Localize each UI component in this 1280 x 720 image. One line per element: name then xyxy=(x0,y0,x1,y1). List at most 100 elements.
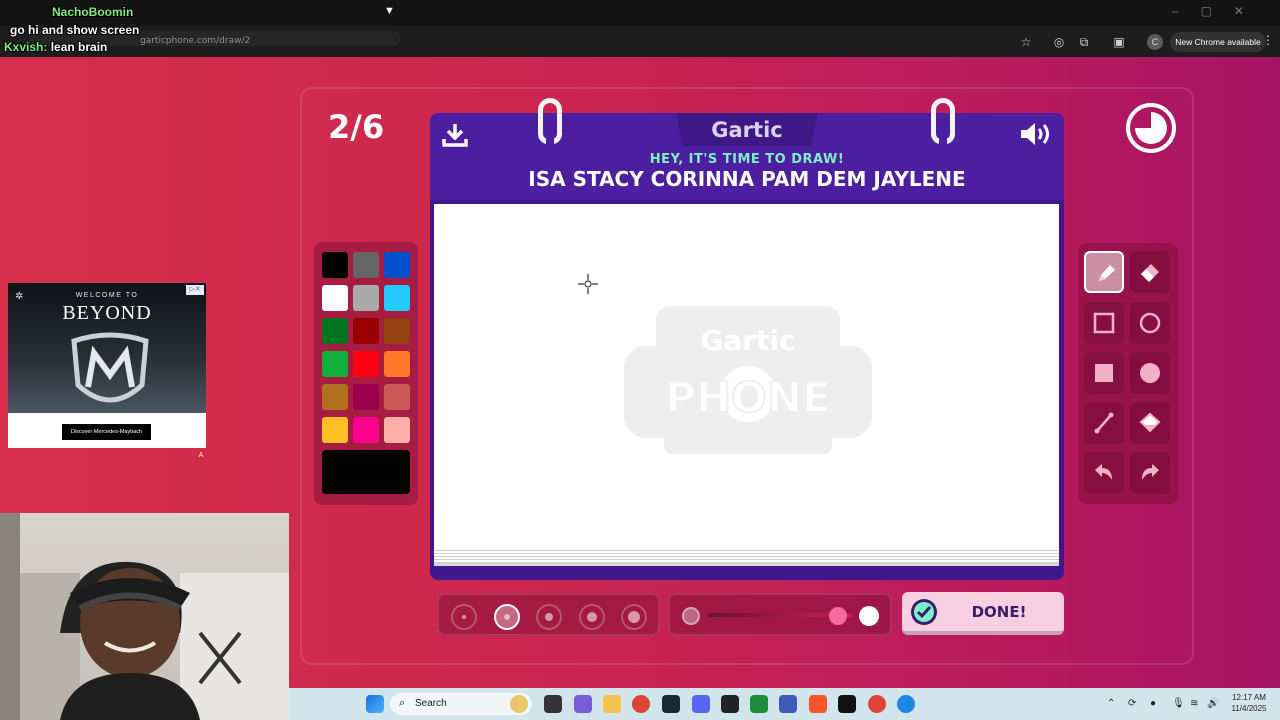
color-swatch[interactable] xyxy=(384,285,410,311)
new-chrome-button[interactable]: New Chrome available xyxy=(1170,32,1266,52)
tool-ellipse[interactable] xyxy=(1130,302,1170,344)
edge-icon[interactable] xyxy=(897,695,915,713)
round-counter: 2/6 xyxy=(328,108,385,146)
done-button-label: DONE! xyxy=(971,603,1027,621)
chrome-icon[interactable] xyxy=(632,695,650,713)
discord-icon[interactable] xyxy=(692,695,710,713)
webcam-overlay xyxy=(0,513,289,720)
pin-icon[interactable]: ▼ xyxy=(384,5,395,17)
opacity-slider-thumb[interactable] xyxy=(828,607,847,625)
speaker-icon[interactable]: 🔊 xyxy=(1207,698,1219,709)
tool-filled-ellipse[interactable] xyxy=(1130,352,1170,394)
ad-badge: A xyxy=(196,451,206,461)
gartic-logo: Gartic xyxy=(711,118,783,142)
ad-welcome-text: WELCOME TO xyxy=(75,292,139,299)
square-outline-icon xyxy=(1093,312,1115,334)
color-swatch[interactable] xyxy=(322,417,348,443)
brush-size-dot xyxy=(628,611,640,623)
timer-icon xyxy=(1126,103,1176,153)
color-swatch[interactable] xyxy=(322,318,348,344)
extension-icon[interactable]: ◎ xyxy=(1051,34,1067,50)
browser-menu-icon[interactable]: ⋮ xyxy=(1262,33,1274,47)
ad-banner[interactable]: ✲ ▷✕ WELCOME TO BEYOND Discover Mercedes… xyxy=(8,283,206,448)
crosshair-cursor-icon xyxy=(578,274,598,294)
widget-icon[interactable] xyxy=(510,695,528,713)
binder-ring-right xyxy=(931,98,955,145)
color-swatch[interactable] xyxy=(384,252,410,278)
color-swatch[interactable] xyxy=(353,384,379,410)
watermark-gartic: Gartic xyxy=(700,324,795,357)
tool-fill-bucket[interactable] xyxy=(1130,402,1170,444)
tool-undo[interactable] xyxy=(1084,452,1124,494)
color-swatch[interactable] xyxy=(353,252,379,278)
color-swatch[interactable] xyxy=(353,351,379,377)
task-view-icon[interactable] xyxy=(544,695,562,713)
download-icon[interactable] xyxy=(441,121,469,149)
brush-size-dot xyxy=(503,614,510,620)
line-icon xyxy=(1094,412,1114,434)
tray-sync-icon[interactable]: ⟳ xyxy=(1128,698,1136,709)
chat-username: NachoBoomin xyxy=(52,5,134,19)
instruction-subtitle: HEY, IT'S TIME TO DRAW! xyxy=(649,152,845,167)
ad-cta-button[interactable]: Discover Mercedes-Maybach xyxy=(62,424,151,440)
undo-icon xyxy=(1095,464,1112,480)
powershell-icon[interactable] xyxy=(779,695,797,713)
tool-rectangle[interactable] xyxy=(1084,302,1124,344)
wifi-icon[interactable]: ≋ xyxy=(1190,698,1198,709)
gartic-phone-watermark: Gartic PHONE xyxy=(624,306,872,454)
color-swatch[interactable] xyxy=(322,252,348,278)
brush-size-option[interactable] xyxy=(536,604,562,630)
color-swatch[interactable] xyxy=(353,285,379,311)
microphone-icon[interactable]: 🎙 xyxy=(1172,698,1185,709)
color-swatch[interactable] xyxy=(384,351,410,377)
tray-app-icon[interactable]: ● xyxy=(1150,698,1156,709)
color-swatch[interactable] xyxy=(384,417,410,443)
brush-size-option[interactable] xyxy=(451,604,477,630)
window-controls[interactable]: –▢✕ xyxy=(1172,4,1266,18)
xbox-icon[interactable] xyxy=(750,695,768,713)
steam-icon[interactable] xyxy=(662,695,680,713)
brush-size-dot xyxy=(545,613,553,621)
profile-avatar[interactable]: C xyxy=(1147,34,1163,50)
search-icon: ⌕ xyxy=(399,697,406,709)
color-swatch[interactable] xyxy=(384,384,410,410)
copilot-icon[interactable] xyxy=(574,695,592,713)
color-swatch[interactable] xyxy=(322,351,348,377)
brush-size-option[interactable] xyxy=(578,604,605,630)
streamer-video xyxy=(0,513,289,720)
brush-size-option[interactable] xyxy=(621,604,647,630)
tray-chevron-icon[interactable]: ⌃ xyxy=(1107,698,1115,709)
color-swatch[interactable] xyxy=(353,417,379,443)
color-swatch[interactable] xyxy=(322,384,348,410)
puzzle-icon[interactable]: ⧉ xyxy=(1076,34,1092,50)
file-explorer-icon[interactable] xyxy=(603,695,621,713)
brave-icon[interactable] xyxy=(809,695,827,713)
volume-icon[interactable] xyxy=(1019,120,1053,148)
redo-icon xyxy=(1142,464,1159,480)
color-swatch[interactable] xyxy=(322,285,348,311)
tool-redo[interactable] xyxy=(1130,452,1170,494)
eraser-icon xyxy=(1141,264,1159,282)
circle-outline-icon xyxy=(1139,312,1161,334)
info-app-icon[interactable] xyxy=(838,695,856,713)
binder-ring-left xyxy=(538,98,562,145)
tool-filled-rectangle[interactable] xyxy=(1084,352,1124,394)
address-bar-url: garticphone.com/draw/2 xyxy=(140,36,251,46)
brush-size-option[interactable] xyxy=(493,604,520,630)
chrome-active-icon[interactable] xyxy=(868,695,886,713)
color-swatch[interactable] xyxy=(353,318,379,344)
start-icon[interactable] xyxy=(366,695,384,713)
taskbar-clock[interactable]: 12:17 AM 11/4/2025 xyxy=(1224,692,1274,714)
sidepanel-icon[interactable]: ▣ xyxy=(1111,34,1127,50)
tool-pen[interactable] xyxy=(1084,251,1124,293)
tool-line[interactable] xyxy=(1084,402,1124,444)
checkmark-icon xyxy=(911,599,937,625)
bookmark-star-icon[interactable]: ☆ xyxy=(1018,34,1034,50)
ad-headline: BEYOND xyxy=(62,302,152,324)
current-color-preview xyxy=(322,450,410,494)
app-icon[interactable] xyxy=(721,695,739,713)
pen-icon xyxy=(1099,265,1115,281)
opacity-min-dot xyxy=(682,607,700,625)
tool-eraser[interactable] xyxy=(1130,251,1170,293)
color-swatch[interactable] xyxy=(384,318,410,344)
